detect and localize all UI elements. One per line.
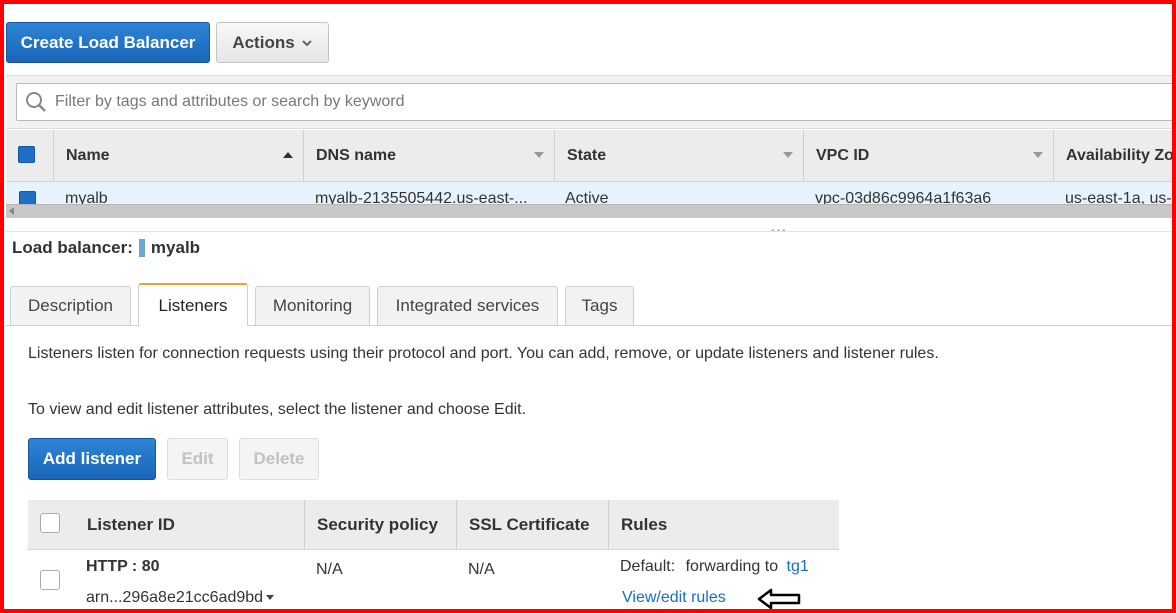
column-header-vpc-label: VPC ID (816, 147, 870, 164)
lb-vpc-cell: vpc-03d86c9964a1f63a6 (815, 190, 992, 204)
column-header-ssl-label: SSL Certificate (469, 515, 590, 534)
edit-label: Edit (181, 449, 214, 468)
target-group-link[interactable]: tg1 (787, 558, 809, 575)
tab-listeners-label: Listeners (158, 295, 228, 315)
column-header-name-label: Name (66, 147, 110, 164)
listener-ssl-certificate: N/A (468, 561, 495, 578)
tab-monitoring-label: Monitoring (272, 296, 353, 315)
listeners-edit-hint: To view and edit listener attributes, se… (28, 401, 527, 418)
listener-select-all-checkbox[interactable] (40, 513, 60, 533)
listener-security-policy: N/A (316, 561, 343, 578)
caret-down-icon (266, 595, 275, 601)
horizontal-scrollbar[interactable] (6, 204, 1176, 218)
search-box[interactable] (16, 83, 1176, 121)
select-all-checkbox[interactable] (18, 146, 35, 163)
annotation-arrow-icon (757, 588, 801, 610)
tab-listeners[interactable]: Listeners (138, 283, 248, 326)
tab-description[interactable]: Description (10, 286, 131, 325)
column-header-az-label: Availability Zo (1066, 147, 1174, 164)
edit-button[interactable]: Edit (167, 438, 228, 480)
search-input[interactable] (55, 93, 955, 111)
column-header-security-policy[interactable]: Security policy (304, 500, 456, 550)
column-header-dns-label: DNS name (316, 147, 397, 164)
pane-divider (6, 231, 1176, 232)
delete-label: Delete (253, 449, 305, 468)
delete-button[interactable]: Delete (239, 438, 319, 480)
listeners-description: Listeners listen for connection requests… (28, 345, 939, 362)
column-header-dns[interactable]: DNS name (303, 130, 554, 182)
lb-marker-icon (138, 239, 145, 257)
add-listener-button[interactable]: Add listener (28, 438, 156, 480)
selected-lb-label: Load balancer: (12, 238, 133, 257)
sort-ascending-icon (283, 152, 293, 158)
listener-arn-text: arn...296a8e21cc6ad9bd (86, 589, 264, 606)
tab-tags[interactable]: Tags (565, 286, 634, 325)
search-bar-container (6, 75, 1176, 129)
column-header-state[interactable]: State (554, 130, 803, 182)
chevron-down-icon (301, 39, 312, 46)
tab-integrated-services-label: Integrated services (395, 296, 540, 315)
lb-table-header: Name DNS name State VPC ID Availability … (6, 130, 1176, 182)
column-header-vpc[interactable]: VPC ID (803, 130, 1053, 182)
scroll-left-icon[interactable] (9, 207, 14, 215)
sort-icon (1033, 152, 1043, 158)
column-header-name[interactable]: Name (53, 130, 303, 182)
column-header-availability-zones[interactable]: Availability Zo (1053, 130, 1176, 182)
rules-default-label: Default: (620, 558, 676, 575)
create-load-balancer-label: Create Load Balancer (20, 32, 196, 52)
add-listener-label: Add listener (42, 449, 142, 468)
listener-protocol-port: HTTP : 80 (86, 558, 160, 575)
column-header-rules-label: Rules (621, 515, 668, 534)
column-header-state-label: State (567, 147, 607, 164)
lb-az-cell: us-east-1a, us- (1065, 190, 1172, 204)
actions-label: Actions (232, 32, 295, 52)
lb-state-cell: Active (565, 190, 609, 204)
selected-lb-heading: Load balancer: myalb (12, 238, 200, 258)
lb-name-cell: myalb (65, 190, 108, 204)
listener-rules-default: Default: forwarding to tg1 (620, 558, 809, 576)
listener-row-checkbox[interactable] (40, 570, 60, 590)
column-header-listener-id-label: Listener ID (87, 515, 175, 534)
lb-dns-cell: myalb-2135505442.us-east-... (315, 190, 528, 204)
actions-dropdown-button[interactable]: Actions (216, 22, 329, 63)
column-header-listener-id[interactable]: Listener ID (75, 500, 304, 550)
table-row[interactable]: myalb myalb-2135505442.us-east-... Activ… (6, 182, 1176, 204)
view-edit-rules-link[interactable]: View/edit rules (622, 589, 726, 607)
column-header-rules[interactable]: Rules (608, 500, 839, 550)
sort-icon (783, 152, 793, 158)
tab-description-label: Description (27, 296, 114, 315)
tab-monitoring[interactable]: Monitoring (255, 286, 370, 325)
listener-table-header: Listener ID Security policy SSL Certific… (28, 500, 839, 550)
tab-integrated-services[interactable]: Integrated services (377, 286, 558, 325)
tab-tags-label: Tags (581, 296, 618, 315)
column-header-security-policy-label: Security policy (317, 515, 438, 534)
listener-arn[interactable]: arn...296a8e21cc6ad9bd (86, 589, 275, 607)
row-checkbox[interactable] (19, 191, 36, 204)
column-header-ssl-certificate[interactable]: SSL Certificate (456, 500, 608, 550)
selected-lb-name: myalb (150, 238, 201, 257)
create-load-balancer-button[interactable]: Create Load Balancer (6, 22, 210, 63)
rules-forward-text: forwarding to (685, 558, 779, 575)
sort-icon (534, 152, 544, 158)
search-icon (26, 92, 46, 112)
